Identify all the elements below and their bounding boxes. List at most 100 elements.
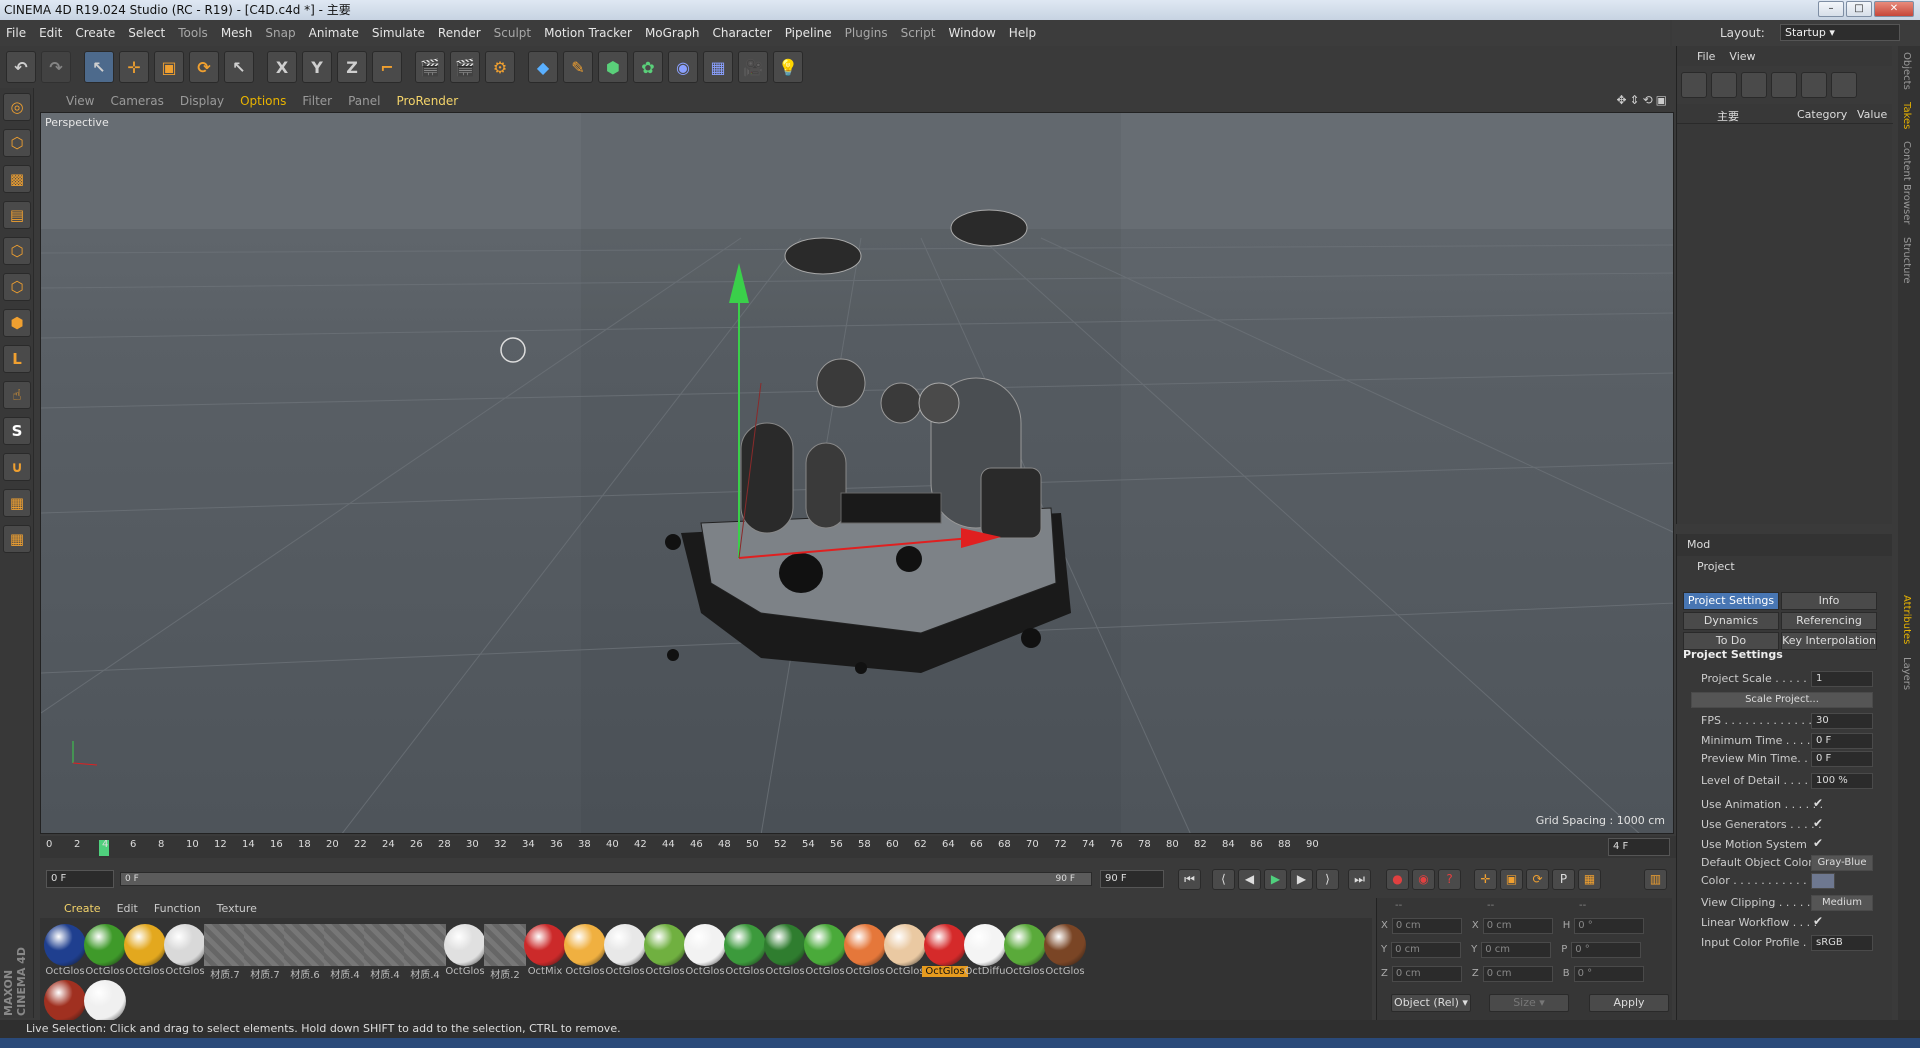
viewport-navigation-icons[interactable]: ✥⇕⟲▣ — [1616, 93, 1670, 107]
menu-motion-tracker[interactable]: Motion Tracker — [544, 26, 632, 40]
attribute-value[interactable]: sRGB — [1811, 935, 1873, 951]
key-parameter-icon[interactable]: P — [1552, 869, 1575, 890]
material-swatch[interactable]: OctGlos — [1042, 924, 1088, 984]
key-position-icon[interactable]: ✛ — [1474, 869, 1497, 890]
play-icon[interactable]: ▶ — [1264, 869, 1287, 890]
size-dropdown[interactable]: Size ▾ — [1489, 994, 1569, 1012]
octane-light-icon[interactable] — [1801, 72, 1827, 98]
light-icon[interactable]: 💡 — [773, 51, 803, 83]
attribute-mode-menu[interactable]: Mod — [1677, 534, 1892, 556]
side-tab-structure[interactable]: Structure — [1898, 231, 1915, 290]
undo-icon[interactable]: ↶ — [6, 51, 36, 83]
next-key-icon[interactable]: ⟩ — [1316, 869, 1339, 890]
key-scale-icon[interactable]: ▣ — [1500, 869, 1523, 890]
side-tab-takes[interactable]: Takes — [1898, 96, 1915, 135]
attribute-value[interactable] — [1811, 873, 1835, 889]
menu-help[interactable]: Help — [1009, 26, 1036, 40]
subdivision-icon[interactable]: ⬢ — [598, 51, 628, 83]
viewport-menu-filter[interactable]: Filter — [302, 94, 332, 108]
attribute-value[interactable]: 0 F — [1811, 733, 1873, 749]
attribute-value[interactable]: 100 % — [1811, 773, 1873, 789]
octane-camera-icon[interactable] — [1741, 72, 1767, 98]
snap-icon[interactable]: ∪ — [3, 453, 31, 481]
tweak-mode-icon[interactable]: ☝ — [3, 381, 31, 409]
previous-frame-icon[interactable]: ◀ — [1238, 869, 1261, 890]
menu-sculpt[interactable]: Sculpt — [494, 26, 531, 40]
material-menu-create[interactable]: Create — [64, 902, 101, 915]
attribute-value[interactable]: 0 F — [1811, 751, 1873, 767]
coord-field[interactable]: 0 ° — [1571, 942, 1642, 958]
menu-create[interactable]: Create — [75, 26, 115, 40]
minimize-button[interactable]: – — [1818, 1, 1844, 17]
checkbox[interactable]: ✔ — [1813, 914, 1823, 928]
edit-render-settings-icon[interactable]: ⚙ — [485, 51, 515, 83]
camera-icon[interactable]: 🎥 — [738, 51, 768, 83]
menu-snap[interactable]: Snap — [265, 26, 295, 40]
menu-file[interactable]: File — [6, 26, 26, 40]
make-editable-icon[interactable]: ◎ — [3, 93, 31, 121]
menu-window[interactable]: Window — [948, 26, 995, 40]
polygons-mode-icon[interactable]: ⬢ — [3, 309, 31, 337]
deformer-icon[interactable]: ◉ — [668, 51, 698, 83]
attribute-value[interactable]: 30 — [1811, 713, 1873, 729]
viewport-menu-prorender[interactable]: ProRender — [396, 94, 458, 108]
coord-field[interactable]: 0 ° — [1573, 966, 1644, 982]
octane-object-tag-icon[interactable] — [1771, 72, 1797, 98]
previous-key-icon[interactable]: ⟨ — [1212, 869, 1235, 890]
coord-field[interactable]: 0 cm — [1482, 966, 1553, 982]
menu-simulate[interactable]: Simulate — [372, 26, 425, 40]
octane-live-viewer-icon[interactable] — [1711, 72, 1737, 98]
checkbox[interactable]: ✔ — [1813, 816, 1823, 830]
menu-mesh[interactable]: Mesh — [221, 26, 253, 40]
cloner-icon[interactable]: ✿ — [633, 51, 663, 83]
scale-icon[interactable]: ▣ — [154, 51, 184, 83]
timeline-ruler[interactable]: 4 F 0 2 4 6 8 10 12 14 16 18 20 22 24 26 28 30 32 34 36 38 4… — [40, 836, 1676, 858]
planar-workplane-icon[interactable]: ▦ — [3, 525, 31, 553]
go-to-end-icon[interactable]: ⏭ — [1348, 869, 1371, 890]
viewport-menu-options[interactable]: Options — [240, 94, 286, 108]
material-menu-function[interactable]: Function — [154, 902, 201, 915]
side-tab-attributes[interactable]: Attributes — [1898, 589, 1915, 650]
scale-project-button[interactable]: Scale Project... — [1691, 692, 1873, 708]
menu-edit[interactable]: Edit — [39, 26, 62, 40]
side-tab-content-browser[interactable]: Content Browser — [1898, 135, 1915, 230]
maximize-button[interactable]: □ — [1846, 1, 1872, 17]
viewport-menu-cameras[interactable]: Cameras — [110, 94, 163, 108]
menu-animate[interactable]: Animate — [309, 26, 359, 40]
coord-field[interactable]: 0 ° — [1574, 918, 1645, 934]
apply-button[interactable]: Apply — [1589, 994, 1669, 1012]
menu-mograph[interactable]: MoGraph — [645, 26, 700, 40]
move-icon[interactable]: ✛ — [119, 51, 149, 83]
timeline-window-icon[interactable]: ▥ — [1644, 869, 1667, 890]
x-axis-icon[interactable]: X — [267, 51, 297, 83]
texture-mode-icon[interactable]: ▩ — [3, 165, 31, 193]
close-button[interactable]: ✕ — [1874, 1, 1914, 17]
viewport-menu-view[interactable]: View — [66, 94, 94, 108]
viewport-menu-display[interactable]: Display — [180, 94, 224, 108]
object-manager-menu-view[interactable]: View — [1729, 50, 1755, 63]
perspective-viewport[interactable]: Perspective Grid Spacing : 1000 cm — [40, 112, 1674, 834]
coord-field[interactable]: 0 cm — [1482, 918, 1553, 934]
solo-icon[interactable]: S — [3, 417, 31, 445]
rotate-icon[interactable]: ⟳ — [189, 51, 219, 83]
checkbox[interactable]: ✔ — [1813, 836, 1823, 850]
cube-icon[interactable]: ◆ — [528, 51, 558, 83]
pen-icon[interactable]: ✎ — [563, 51, 593, 83]
attribute-tab-key-interpolation[interactable]: Key Interpolation — [1781, 632, 1877, 650]
coordinate-system-icon[interactable]: ⌐ — [372, 51, 402, 83]
floor-icon[interactable]: ▦ — [703, 51, 733, 83]
last-tool-icon[interactable]: ↖ — [224, 51, 254, 83]
start-frame-field[interactable]: 0 F — [46, 870, 114, 888]
attribute-value[interactable]: 1 — [1811, 671, 1873, 687]
redo-icon[interactable]: ↷ — [41, 51, 71, 83]
render-picture-viewer-icon[interactable]: 🎬 — [450, 51, 480, 83]
octane-material-icon[interactable] — [1831, 72, 1857, 98]
viewport-menu-panel[interactable]: Panel — [348, 94, 380, 108]
go-to-start-icon[interactable]: ⏮ — [1178, 869, 1201, 890]
menu-plugins[interactable]: Plugins — [845, 26, 888, 40]
autokey-icon[interactable]: ◉ — [1412, 869, 1435, 890]
end-frame-field[interactable]: 90 F — [1100, 870, 1164, 888]
key-rotation-icon[interactable]: ⟳ — [1526, 869, 1549, 890]
key-pla-icon[interactable]: ▦ — [1578, 869, 1601, 890]
y-axis-icon[interactable]: Y — [302, 51, 332, 83]
